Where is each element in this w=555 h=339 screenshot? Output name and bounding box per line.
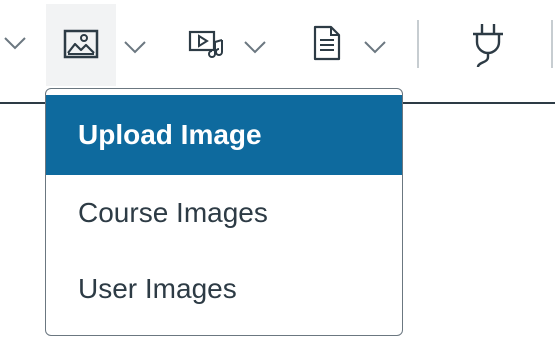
chevron-down-icon[interactable] [122,30,148,60]
images-dropdown-menu: Upload Image Course Images User Images [45,88,403,336]
chevron-down-icon[interactable] [242,30,268,60]
media-button[interactable] [178,4,278,86]
toolbar-separator [551,20,553,68]
chevron-down-icon[interactable] [362,30,388,60]
menu-item-course-images[interactable]: Course Images [46,173,402,253]
apps-button[interactable] [460,14,516,74]
media-icon [188,30,223,58]
toolbar-separator [417,20,419,68]
chevron-down-icon [4,37,26,50]
menu-item-label: Course Images [78,197,268,228]
images-button[interactable] [46,4,156,86]
menu-item-upload-image[interactable]: Upload Image [46,95,402,175]
previous-menu-button[interactable] [2,26,28,56]
document-icon [313,25,341,61]
menu-item-label: User Images [78,273,237,304]
menu-item-user-images[interactable]: User Images [46,249,402,329]
documents-button[interactable] [302,4,398,86]
menu-item-label: Upload Image [78,119,262,150]
rich-content-editor: Upload Image Course Images User Images [0,0,555,339]
image-icon [63,29,99,59]
plug-icon [473,24,503,68]
